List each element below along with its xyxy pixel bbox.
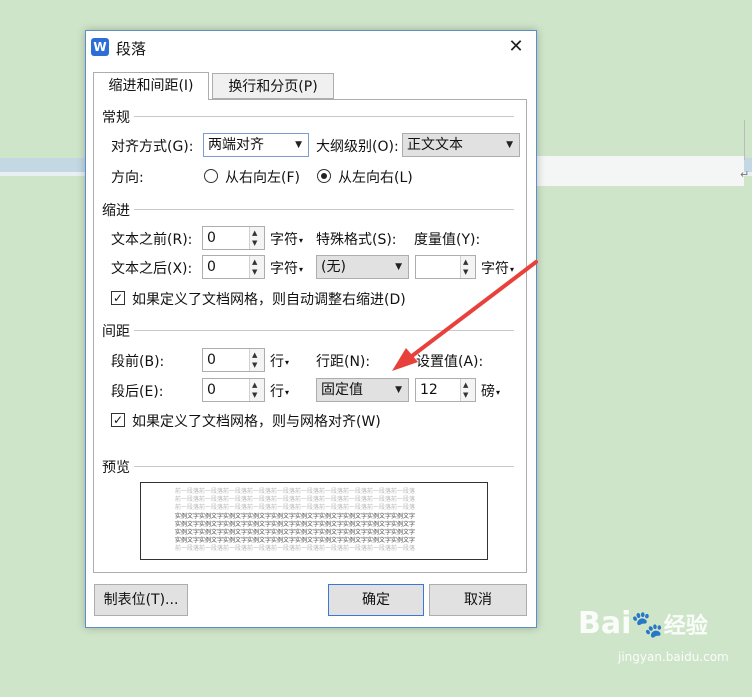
paw-icon: 🐾 <box>631 610 664 640</box>
watermark-brand: Bai <box>578 606 632 641</box>
watermark-url: jingyan.baidu.com <box>618 650 729 664</box>
watermark-brand2: 经验 <box>663 614 708 639</box>
watermark-logo: Bai🐾经验 <box>578 606 708 641</box>
tab-indent-spacing[interactable]: 缩进和间距(I) <box>93 72 209 100</box>
annotation-arrow-icon <box>392 260 538 371</box>
